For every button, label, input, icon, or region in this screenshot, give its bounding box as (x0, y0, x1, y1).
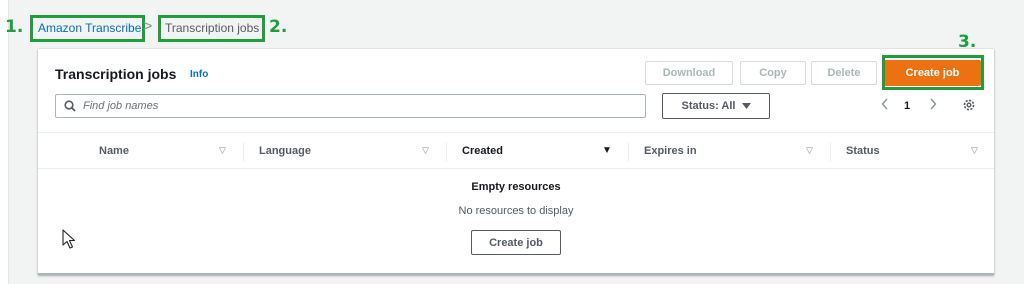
sort-created-desc-icon[interactable]: ▼ (602, 145, 612, 156)
breadcrumb-transcription-jobs: Transcription jobs (165, 21, 260, 35)
table-header: Name ▽ Language ▽ Created ▼ Expires in ▽… (38, 132, 994, 169)
step-3-highlight (882, 55, 984, 90)
column-header-name[interactable]: Name (99, 145, 129, 157)
column-header-status[interactable]: Status (846, 145, 880, 157)
breadcrumb-amazon-transcribe[interactable]: Amazon Transcribe (38, 21, 141, 35)
column-divider (830, 143, 831, 161)
page-number[interactable]: 1 (904, 100, 910, 112)
sort-name-icon[interactable]: ▽ (219, 145, 226, 156)
breadcrumb-separator-icon: > (143, 18, 153, 35)
empty-state-message: No resources to display (458, 205, 574, 217)
chevron-left-icon[interactable] (881, 98, 889, 110)
column-divider (628, 143, 629, 161)
sort-expires-icon[interactable]: ▽ (806, 145, 813, 156)
sort-status-icon[interactable]: ▽ (971, 145, 978, 156)
column-header-created[interactable]: Created (462, 145, 503, 157)
column-header-language[interactable]: Language (259, 145, 311, 157)
step-1-marker: 1. (5, 17, 24, 37)
search-box (55, 94, 646, 118)
sort-language-icon[interactable]: ▽ (422, 145, 429, 156)
panel-title: Transcription jobs (55, 66, 177, 82)
column-divider (446, 143, 447, 161)
empty-state-title: Empty resources (471, 181, 561, 193)
transcription-jobs-panel: Transcription jobs Info Download Copy De… (38, 49, 994, 275)
search-input[interactable] (83, 97, 633, 115)
column-divider (243, 143, 244, 161)
column-header-expires-in[interactable]: Expires in (644, 145, 697, 157)
info-link[interactable]: Info (190, 69, 208, 80)
caret-down-icon (741, 103, 751, 109)
settings-gear-icon[interactable] (962, 98, 976, 112)
step-2-marker: 2. (269, 17, 288, 37)
delete-button[interactable]: Delete (811, 61, 877, 85)
search-icon (64, 100, 76, 112)
copy-button[interactable]: Copy (740, 61, 806, 85)
status-filter-select[interactable]: Status: All (662, 93, 770, 119)
empty-state-create-job-button[interactable]: Create job (471, 230, 561, 255)
mouse-cursor-icon (62, 229, 76, 249)
status-filter-label: Status: All (681, 100, 736, 112)
chevron-right-icon[interactable] (929, 98, 937, 110)
download-button[interactable]: Download (645, 61, 733, 85)
